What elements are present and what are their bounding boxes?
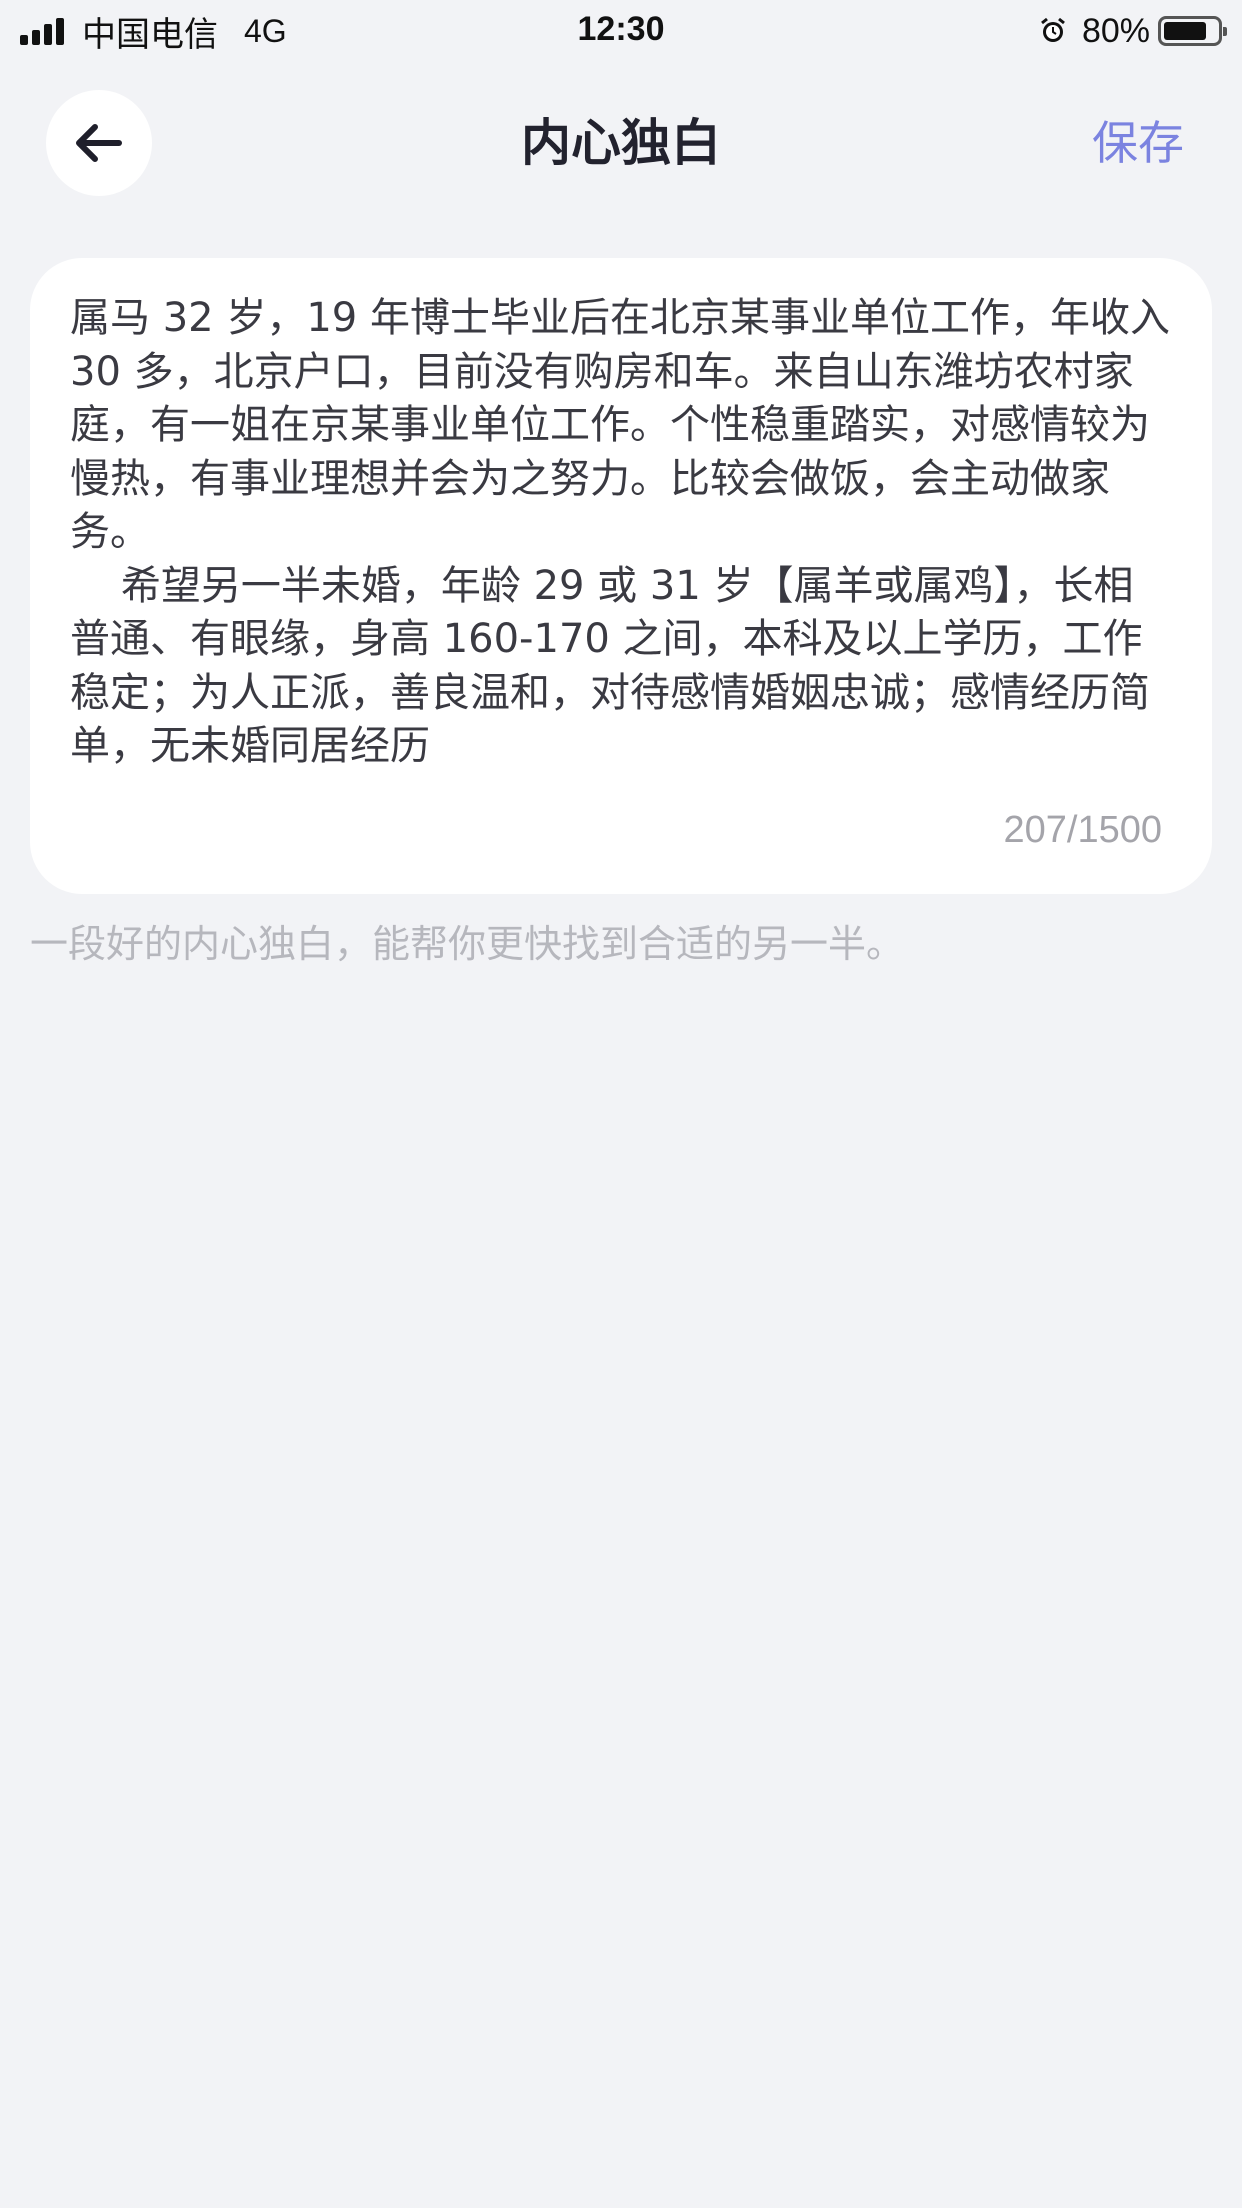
battery-fill [1164, 22, 1206, 40]
save-button[interactable]: 保存 [1092, 112, 1184, 174]
monologue-card[interactable]: 属马 32 岁，19 年博士毕业后在北京某事业单位工作，年收入 30 多，北京户… [30, 258, 1212, 894]
alarm-clock-icon [1041, 17, 1065, 42]
status-right: 80% [1038, 10, 1227, 52]
status-bar: 中国电信 4G 12:30 80% [0, 0, 1242, 62]
page-title: 内心独白 [521, 114, 721, 172]
hint-text: 一段好的内心独白，能帮你更快找到合适的另一半。 [30, 922, 905, 966]
monologue-textarea[interactable]: 属马 32 岁，19 年博士毕业后在北京某事业单位工作，年收入 30 多，北京户… [70, 292, 1172, 774]
character-counter: 207/1500 [1003, 809, 1163, 851]
battery-icon [1158, 16, 1227, 46]
battery-percent: 80% [1081, 11, 1150, 50]
